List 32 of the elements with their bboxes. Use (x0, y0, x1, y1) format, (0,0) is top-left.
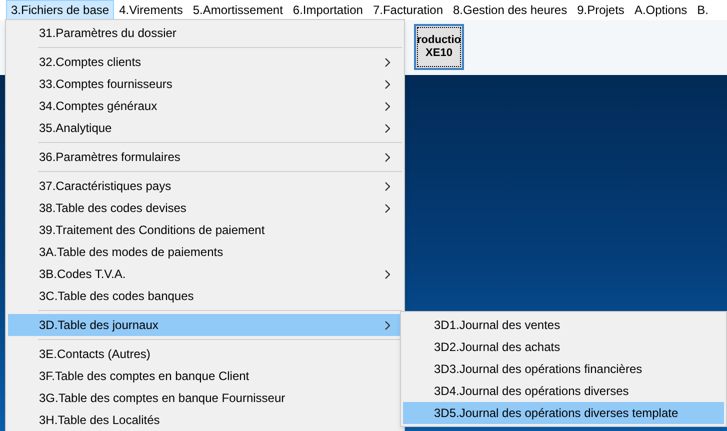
menu-bar-item[interactable]: 6.Importation (288, 0, 368, 20)
menu-item[interactable]: 3H.Table des Localités (8, 409, 402, 431)
menu-bar-item[interactable]: 3.Fichiers de base (6, 0, 114, 20)
submenu-item[interactable]: 3D3.Journal des opérations financières (403, 358, 724, 380)
menu-item[interactable]: 3G.Table des comptes en banque Fournisseur (8, 387, 402, 409)
menu-item[interactable]: 3C.Table des codes banques (8, 285, 402, 307)
submenu-item[interactable]: 3D1.Journal des ventes (403, 314, 724, 336)
menu-item[interactable]: 38.Table des codes devises (8, 197, 402, 219)
menu-item[interactable]: 35.Analytique (8, 117, 402, 139)
menu-item[interactable]: 3D.Table des journaux (8, 314, 402, 336)
menu-bar-item[interactable]: 5.Amortissement (188, 0, 288, 20)
menu-bar-item[interactable]: 8.Gestion des heures (448, 0, 572, 20)
menu-item[interactable]: 3B.Codes T.V.A. (8, 263, 402, 285)
production-button[interactable]: roductio XE10 (414, 24, 464, 70)
menu-item[interactable]: 34.Comptes généraux (8, 95, 402, 117)
menu-item[interactable]: 31.Paramètres du dossier (8, 22, 402, 44)
menu-bar-item[interactable]: B. (692, 0, 714, 20)
menu-item[interactable]: 36.Paramètres formulaires (8, 146, 402, 168)
menu-bar-item[interactable]: A.Options (629, 0, 692, 20)
menu-bar-item[interactable]: 7.Facturation (368, 0, 448, 20)
submenu-item[interactable]: 3D2.Journal des achats (403, 336, 724, 358)
menu-bar-item[interactable]: 9.Projets (572, 0, 630, 20)
menu-item[interactable]: 3A.Table des modes de paiements (8, 241, 402, 263)
menu-item[interactable]: 39.Traitement des Conditions de paiement (8, 219, 402, 241)
menu-item[interactable]: 3E.Contacts (Autres) (8, 343, 402, 365)
menu-bar-item[interactable]: 4.Virements (114, 0, 188, 20)
menu-item[interactable]: 37.Caractéristiques pays (8, 175, 402, 197)
submenu-item[interactable]: 3D4.Journal des opérations diverses (403, 380, 724, 402)
menu-item[interactable]: 33.Comptes fournisseurs (8, 73, 402, 95)
submenu-item[interactable]: 3D5.Journal des opérations diverses template (403, 402, 724, 424)
menu-item[interactable]: 3F.Table des comptes en banque Client (8, 365, 402, 387)
menu-item[interactable]: 32.Comptes clients (8, 51, 402, 73)
